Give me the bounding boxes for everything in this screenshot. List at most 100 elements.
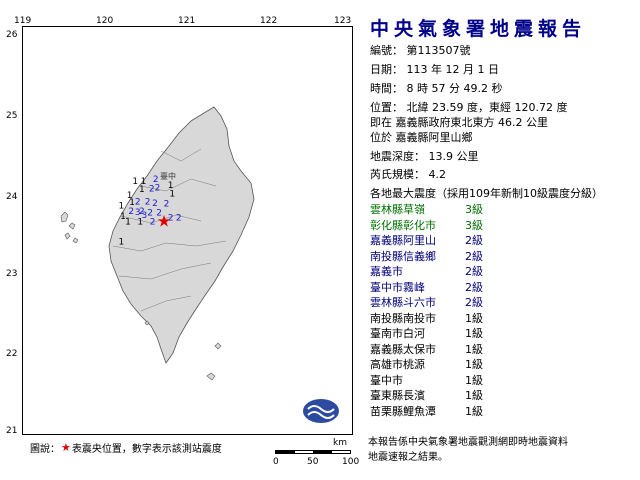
station-name: 臺南市白河 xyxy=(370,327,425,340)
intensity-marker: 1 xyxy=(137,218,143,228)
station-name: 高雄市桃源 xyxy=(370,358,425,371)
orchid-island xyxy=(206,372,216,381)
station-name: 南投縣信義鄉 xyxy=(370,249,436,263)
station-row: 臺南市白河 1級 xyxy=(370,325,610,341)
footer-line: 地震速報之結果。 xyxy=(368,452,448,463)
station-level: 2級 xyxy=(465,296,483,309)
report-footer: 本報告係中央氣象署地震觀測網即時地震資料 地震速報之結果。 xyxy=(368,435,568,465)
lon-tick: 119 xyxy=(14,16,32,26)
station-name: 苗栗縣鯉魚潭 xyxy=(370,404,436,418)
station-level: 2級 xyxy=(465,234,483,247)
station-level: 1級 xyxy=(465,389,483,402)
report-time: 時間： 8 時 57 分 49.2 秒 xyxy=(370,82,503,95)
station-level: 1級 xyxy=(465,358,483,371)
map-panel: 119 120 121 122 123 26 25 24 23 22 21 22… xyxy=(0,0,360,480)
station-level: 1級 xyxy=(465,373,483,387)
intensity-marker: 1 xyxy=(132,177,138,187)
lat-tick: 21 xyxy=(6,426,18,436)
station-row: 嘉義縣阿里山 2級 xyxy=(370,232,610,248)
intensity-marker: 2 xyxy=(152,199,158,209)
lon-tick: 123 xyxy=(334,16,352,26)
station-level: 2級 xyxy=(465,249,483,263)
intensity-marker: 2 xyxy=(128,207,134,217)
station-name: 南投縣南投市 xyxy=(370,311,436,325)
intensity-marker: 2 xyxy=(145,197,151,207)
station-level: 3級 xyxy=(465,203,483,216)
intensity-marker: 2 xyxy=(164,200,170,210)
report-panel: 中央氣象署地震報告 編號： 第113507號 日期： 113 年 12 月 1 … xyxy=(356,0,640,480)
lat-tick: 24 xyxy=(6,192,18,202)
scale-unit: km xyxy=(333,438,347,448)
station-level: 1級 xyxy=(465,342,483,356)
station-row: 臺中市霧峰 2級 xyxy=(370,279,610,295)
station-row: 嘉義縣太保市 1級 xyxy=(370,341,610,357)
intensity-marker: 2 xyxy=(149,184,155,194)
lat-tick: 26 xyxy=(6,30,18,40)
station-name: 臺中市霧峰 xyxy=(370,280,425,294)
intensity-marker: 2 xyxy=(155,184,161,194)
cwa-logo xyxy=(303,399,339,423)
scale-bar-graphic xyxy=(275,450,351,454)
footer-line: 本報告係中央氣象署地震觀測網即時地震資料 xyxy=(368,437,568,448)
report-number: 編號： 第113507號 xyxy=(370,44,471,57)
report-district: 位於 嘉義縣阿里山鄉 xyxy=(370,131,473,144)
station-row: 高雄市桃源 1級 xyxy=(370,356,610,372)
city-label: 臺中 xyxy=(160,171,176,181)
lon-tick: 121 xyxy=(178,16,196,26)
intensity-marker: 1 xyxy=(119,238,125,248)
intensity-marker: 2 xyxy=(150,218,156,228)
station-row: 臺東縣長濱 1級 xyxy=(370,387,610,403)
station-row: 雲林縣斗六市 2級 xyxy=(370,294,610,310)
lat-tick: 23 xyxy=(6,269,18,279)
lon-tick: 122 xyxy=(260,16,278,26)
legend-prefix: 圖說： xyxy=(30,444,60,455)
map-legend: 圖說： ★ 表震央位置，數字表示該測站震度 xyxy=(30,440,222,455)
intensity-marker: 1 xyxy=(125,218,131,228)
lat-tick: 22 xyxy=(6,349,18,359)
station-row: 嘉義市 2級 xyxy=(370,263,610,279)
station-name: 臺東縣長濱 xyxy=(370,389,425,402)
intensity-header: 各地最大震度（採用109年新制10級震度分級） xyxy=(370,187,603,200)
intensity-marker: 2 xyxy=(176,213,182,223)
station-row: 南投縣南投市 1級 xyxy=(370,310,610,326)
epicenter-legend-star-icon: ★ xyxy=(61,441,71,454)
station-row: 彰化縣彰化市 3級 xyxy=(370,217,610,233)
station-row: 南投縣信義鄉 2級 xyxy=(370,248,610,264)
scale-tick: 0 xyxy=(273,457,279,467)
station-name: 嘉義縣阿里山 xyxy=(370,234,436,247)
scale-bar: km 0 50 100 xyxy=(270,438,360,468)
station-level: 3級 xyxy=(465,218,483,232)
lon-tick: 120 xyxy=(96,16,114,26)
report-magnitude: 芮氏規模： 4.2 xyxy=(370,168,446,181)
station-name: 雲林縣斗六市 xyxy=(370,296,436,309)
station-list: 雲林縣草嶺 3級 彰化縣彰化市 3級 嘉義縣阿里山 2級 南投縣信義鄉 2級 嘉義市 2級 臺中市霧… xyxy=(370,201,610,418)
penghu-islands xyxy=(60,211,79,244)
report-position: 位置： 北緯 23.59 度，東經 120.72 度 xyxy=(370,101,568,114)
intensity-marker: 2 xyxy=(135,197,141,207)
station-level: 2級 xyxy=(465,265,483,278)
legend-text: 表震央位置，數字表示該測站震度 xyxy=(71,444,222,455)
station-level: 1級 xyxy=(465,327,483,340)
station-name: 嘉義市 xyxy=(370,265,403,278)
lat-tick: 25 xyxy=(6,111,18,121)
station-level: 1級 xyxy=(465,404,483,418)
station-level: 2級 xyxy=(465,280,483,294)
report-date: 日期： 113 年 12 月 1 日 xyxy=(370,63,499,76)
taiwan-island xyxy=(108,106,255,364)
report-depth: 地震深度： 13.9 公里 xyxy=(370,150,479,163)
station-level: 1級 xyxy=(465,311,483,325)
station-name: 彰化縣彰化市 xyxy=(370,218,436,232)
station-name: 嘉義縣太保市 xyxy=(370,342,436,356)
scale-tick: 50 xyxy=(307,457,319,467)
intensity-marker: 1 xyxy=(119,201,125,211)
intensity-marker: 1 xyxy=(139,185,145,195)
report-title: 中央氣象署地震報告 xyxy=(370,18,587,40)
station-row: 臺中市 1級 xyxy=(370,372,610,388)
report-relative-location: 即在 嘉義縣政府東北東方 46.2 公里 xyxy=(370,116,548,129)
intensity-marker: 3 xyxy=(135,208,141,218)
station-row: 苗栗縣鯉魚潭 1級 xyxy=(370,403,610,419)
epicenter-star-icon: ★ xyxy=(157,212,171,231)
station-row: 雲林縣草嶺 3級 xyxy=(370,201,610,217)
intensity-marker: 1 xyxy=(169,189,175,199)
green-island xyxy=(214,342,222,350)
